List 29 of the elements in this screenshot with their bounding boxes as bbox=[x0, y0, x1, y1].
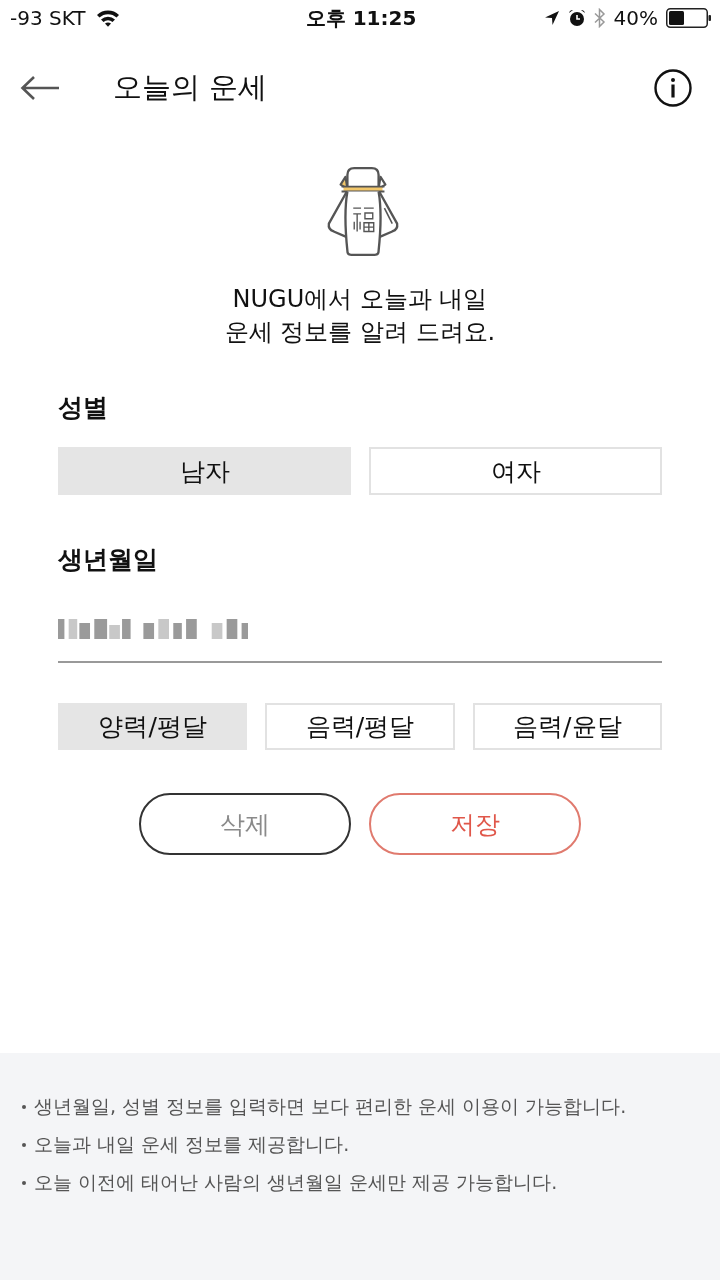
bullet-icon bbox=[22, 1105, 26, 1109]
save-button[interactable]: 저장 bbox=[369, 793, 581, 855]
gender-option[interactable]: 여자 bbox=[369, 447, 662, 495]
battery-percent: 40% bbox=[613, 6, 658, 30]
carrier-signal: -93 SKT bbox=[10, 6, 86, 30]
bullet-icon bbox=[22, 1181, 26, 1185]
intro-text: 운세 정보를 알려 드려요. bbox=[224, 317, 496, 348]
bluetooth-icon bbox=[593, 8, 606, 28]
note-text: 생년월일, 성별 정보를 입력하면 보다 편리한 운세 이용이 가능합니다. bbox=[34, 1094, 627, 1119]
bullet-icon bbox=[22, 1143, 26, 1147]
battery-icon bbox=[666, 8, 712, 28]
info-button[interactable] bbox=[654, 69, 692, 107]
section-label: 생년월일 bbox=[58, 545, 158, 575]
gender-option[interactable]: 남자 bbox=[58, 447, 351, 495]
intro-text: NUGU에서 오늘과 내일 bbox=[232, 284, 488, 315]
calendar-type-option[interactable]: 음력/평달 bbox=[265, 703, 455, 750]
info-icon bbox=[654, 69, 692, 107]
back-arrow-button[interactable] bbox=[20, 75, 60, 101]
back-arrow-icon bbox=[20, 75, 60, 101]
alarm-clock-icon bbox=[567, 9, 586, 27]
screen-title: 오늘의 운세 bbox=[113, 69, 269, 106]
calendar-type-option[interactable]: 양력/평달 bbox=[58, 703, 248, 750]
wifi-icon bbox=[95, 9, 120, 27]
section-label: 성별 bbox=[58, 393, 108, 423]
location-arrow-icon bbox=[543, 10, 560, 26]
note-text: 오늘 이전에 태어난 사람의 생년월일 운세만 제공 가능합니다. bbox=[34, 1170, 558, 1195]
clock-time: 오후 11:25 bbox=[305, 4, 417, 32]
note-text: 오늘과 내일 운세 정보를 제공합니다. bbox=[34, 1132, 350, 1157]
calendar-type-option[interactable]: 음력/윤달 bbox=[472, 703, 662, 750]
